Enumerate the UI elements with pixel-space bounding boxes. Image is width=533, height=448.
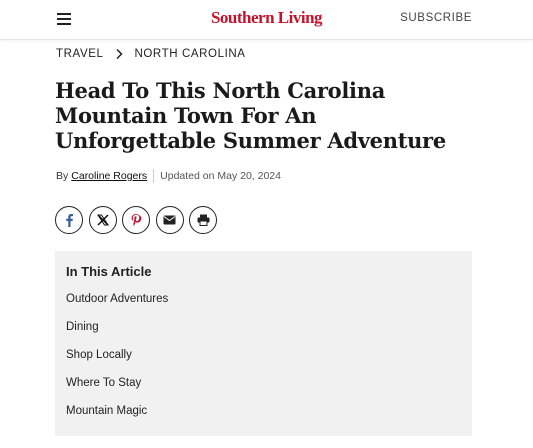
toc-item-mountain-magic[interactable]: Mountain Magic [66,403,461,431]
x-icon[interactable] [88,206,117,234]
toc-item-shop-locally[interactable]: Shop Locally [66,347,461,375]
toc-link[interactable]: Shop Locally [66,349,132,361]
byline: By Caroline Rogers Updated on May 20, 20… [56,169,281,183]
breadcrumb-north-carolina[interactable]: NORTH CAROLINA [134,48,245,60]
toc-link[interactable]: Mountain Magic [66,405,147,417]
table-of-contents: In This Article Outdoor Adventures Dinin… [55,251,472,436]
facebook-icon[interactable] [55,206,83,234]
updated-date: Updated on May 20, 2024 [160,170,281,182]
email-icon[interactable] [155,206,184,234]
article-title: Head To This North Carolina Mountain Tow… [55,78,446,153]
author-link[interactable]: Caroline Rogers [71,170,147,182]
pinterest-icon[interactable] [122,206,150,234]
toc-list: Outdoor Adventures Dining Shop Locally W… [66,291,461,431]
toc-item-where-to-stay[interactable]: Where To Stay [66,375,461,403]
chevron-right-icon [114,48,124,60]
toc-item-dining[interactable]: Dining [66,319,461,347]
toc-link[interactable]: Outdoor Adventures [66,293,168,305]
toc-link[interactable]: Dining [66,321,99,333]
breadcrumb: TRAVEL NORTH CAROLINA [56,48,246,60]
byline-divider [153,169,155,183]
print-icon[interactable] [189,206,217,234]
subscribe-button[interactable]: SUBSCRIBE [400,12,472,24]
toc-title: In This Article [66,264,152,279]
share-bar [55,206,223,234]
toc-item-outdoor-adventures[interactable]: Outdoor Adventures [66,291,461,319]
toc-link[interactable]: Where To Stay [66,377,141,389]
byline-prefix: By [56,170,69,182]
breadcrumb-travel[interactable]: TRAVEL [56,48,103,60]
site-header: Southern Living SUBSCRIBE [0,0,533,40]
